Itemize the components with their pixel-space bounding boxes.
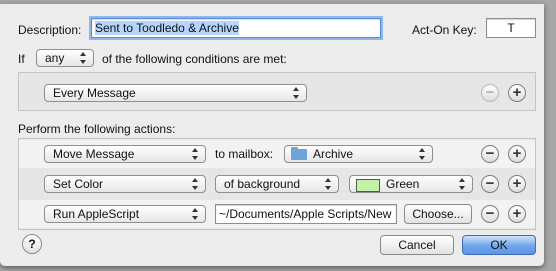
to-mailbox-label: to mailbox: <box>215 147 274 161</box>
action-type-value: Move Message <box>53 147 135 161</box>
popup-arrows-icon <box>293 86 300 100</box>
popup-arrows-icon <box>192 177 199 191</box>
add-action-button[interactable]: + <box>508 205 526 223</box>
acton-key-label: Act-On Key: <box>412 23 477 37</box>
add-action-button[interactable]: + <box>508 175 526 193</box>
popup-arrows-icon <box>325 177 332 191</box>
color-swatch <box>356 179 380 192</box>
color-popup[interactable]: Green <box>349 175 473 193</box>
add-condition-button[interactable]: + <box>508 84 526 102</box>
description-field[interactable]: Sent to Toodledo & Archive <box>91 18 381 38</box>
description-value: Sent to Toodledo & Archive <box>95 21 239 35</box>
condition-criterion-value: Every Message <box>53 86 136 100</box>
choose-script-button[interactable]: Choose... <box>404 204 472 224</box>
popup-arrows-icon <box>192 147 199 161</box>
match-mode-value: any <box>45 51 65 65</box>
popup-arrows-icon <box>459 177 466 191</box>
remove-action-button[interactable]: − <box>481 175 499 193</box>
ok-button[interactable]: OK <box>462 235 536 255</box>
description-label: Description: <box>18 23 82 37</box>
remove-action-button[interactable]: − <box>481 145 499 163</box>
conditions-panel: Every Message − + <box>18 72 536 111</box>
folder-icon <box>291 147 307 160</box>
popup-arrows-icon <box>192 207 199 221</box>
help-button[interactable]: ? <box>22 234 42 254</box>
action-row: Run AppleScript ~/Documents/Apple Script… <box>19 200 535 228</box>
action-row: Move Message to mailbox: Archive − + <box>19 140 535 168</box>
action-type-popup[interactable]: Run AppleScript <box>44 205 206 223</box>
color-target-popup[interactable]: of background <box>215 175 339 193</box>
remove-action-button[interactable]: − <box>481 205 499 223</box>
script-path-field[interactable]: ~/Documents/Apple Scripts/New <box>215 204 397 224</box>
popup-arrows-icon <box>419 147 426 161</box>
cancel-button[interactable]: Cancel <box>380 235 454 255</box>
rule-editor-sheet: Description: Sent to Toodledo & Archive … <box>0 4 544 266</box>
mailbox-popup[interactable]: Archive <box>284 145 433 163</box>
acton-key-field[interactable]: T <box>486 18 536 38</box>
mailbox-value: Archive <box>313 147 354 161</box>
action-type-value: Set Color <box>53 177 104 191</box>
actions-panel: Move Message to mailbox: Archive − + Set… <box>18 138 536 230</box>
add-action-button[interactable]: + <box>508 145 526 163</box>
action-type-value: Run AppleScript <box>53 207 140 221</box>
actions-heading: Perform the following actions: <box>18 122 176 136</box>
action-type-popup[interactable]: Move Message <box>44 145 206 163</box>
match-mode-popup[interactable]: any <box>36 49 94 67</box>
conditions-suffix: of the following conditions are met: <box>102 52 287 66</box>
action-row: Set Color of background Green − + <box>19 170 535 198</box>
color-target-value: of background <box>224 177 301 191</box>
popup-arrows-icon <box>80 51 87 65</box>
if-label: If <box>18 52 25 66</box>
color-name: Green <box>386 177 420 191</box>
remove-condition-button[interactable]: − <box>481 84 499 102</box>
condition-criterion-popup[interactable]: Every Message <box>44 84 307 102</box>
action-type-popup[interactable]: Set Color <box>44 175 206 193</box>
